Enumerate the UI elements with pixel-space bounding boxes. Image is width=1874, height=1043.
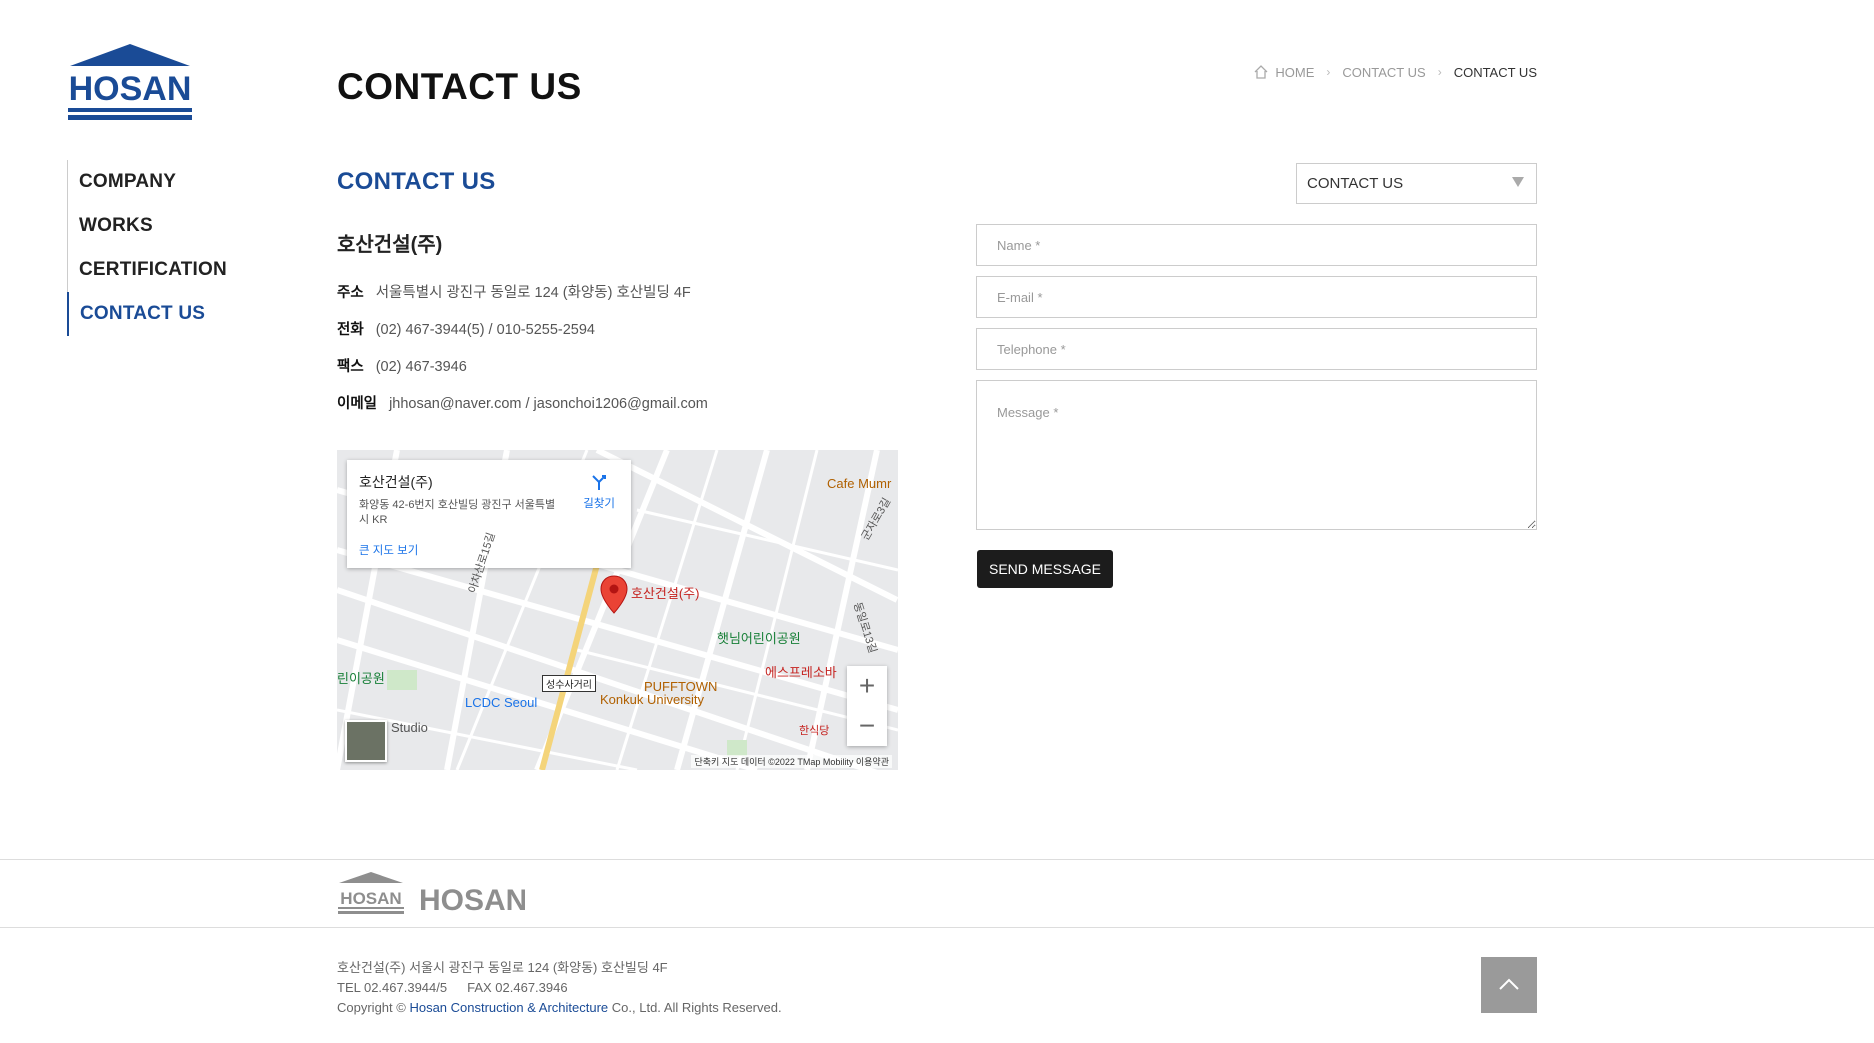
sidebar-item-contact-us[interactable]: CONTACT US — [67, 292, 247, 336]
map-attribution[interactable]: 단축키 지도 데이터 ©2022 TMap Mobility 이용약관 — [691, 755, 892, 768]
contact-form — [976, 224, 1537, 540]
map-card-address: 화양동 42-6번지 호산빌딩 광진구 서울특별시 KR — [359, 499, 556, 526]
dropdown-arrow-icon — [1512, 177, 1524, 187]
telephone-field[interactable] — [976, 328, 1537, 370]
section-title: CONTACT US — [337, 168, 496, 195]
fax-label: 팩스 — [337, 359, 364, 375]
footer-divider-top — [0, 859, 1874, 860]
map-label-cafe: Cafe Mumr — [827, 476, 892, 491]
map-label-intersection: 성수사거리 — [542, 675, 596, 692]
scroll-to-top-button[interactable] — [1481, 957, 1537, 1013]
map-label-espresso: 에스프레소바 — [765, 665, 837, 680]
location-pin-icon[interactable] — [600, 575, 628, 615]
directions-icon — [592, 475, 607, 490]
breadcrumb-current: CONTACT US — [1453, 64, 1537, 80]
phone-value: (02) 467-3944(5) / 010-5255-2594 — [375, 322, 595, 338]
fax-row: 팩스 (02) 467-3946 — [337, 354, 708, 391]
breadcrumb-home[interactable]: HOME — [1275, 65, 1314, 80]
name-field[interactable] — [976, 224, 1537, 266]
directions-button[interactable]: 길찾기 — [583, 472, 615, 511]
map-label-restaurant: 한식당 — [799, 725, 830, 737]
sidebar-item-company[interactable]: COMPANY — [68, 160, 247, 204]
map-label-konkuk: Konkuk University — [600, 692, 705, 707]
company-info: 주소 서울특별시 광진구 동일로 124 (화양동) 호산빌딩 4F 전화 (0… — [337, 280, 708, 428]
footer-fax: FAX 02.467.3946 — [467, 980, 568, 995]
email-field[interactable] — [976, 276, 1537, 318]
footer-address: 호산건설(주) 서울시 광진구 동일로 124 (화양동) 호산빌딩 4F — [337, 960, 668, 975]
footer-divider-bottom — [0, 927, 1874, 928]
embedded-map[interactable]: 호산건설(주) 화양동 42-6번지 호산빌딩 광진구 서울특별시 KR 큰 지… — [337, 450, 898, 770]
copyright-prefix: Copyright © — [337, 1000, 410, 1015]
address-value: 서울특별시 광진구 동일로 124 (화양동) 호산빌딩 4F — [375, 285, 691, 301]
phone-label: 전화 — [337, 322, 364, 338]
footer-contact: TEL 02.467.3944/5 FAX 02.467.3946 — [337, 978, 782, 998]
map-label-park2: 린이공원 — [337, 671, 385, 686]
address-label: 주소 — [337, 285, 364, 301]
map-label-lcdc: LCDC Seoul — [465, 695, 538, 710]
zoom-in-button[interactable]: + — [847, 666, 887, 706]
message-field[interactable] — [976, 380, 1537, 530]
copyright-suffix: Co., Ltd. All Rights Reserved. — [608, 1000, 782, 1015]
send-message-button[interactable]: SEND MESSAGE — [977, 550, 1113, 588]
sidebar-item-works[interactable]: WORKS — [68, 204, 247, 248]
home-icon[interactable] — [1253, 64, 1269, 80]
map-label-studio: Studio — [391, 720, 428, 735]
address-row: 주소 서울특별시 광진구 동일로 124 (화양동) 호산빌딩 4F — [337, 280, 708, 317]
footer-logo: HOSAN HOSAN — [338, 872, 525, 915]
company-name: 호산건설(주) — [337, 234, 443, 256]
logo-text: HOSAN — [69, 70, 192, 108]
section-select-value: CONTACT US — [1307, 175, 1404, 192]
phone-row: 전화 (02) 467-3944(5) / 010-5255-2594 — [337, 317, 708, 354]
hosan-logo[interactable]: HOSAN — [66, 42, 194, 122]
map-marker-label: 호산건설(주) — [631, 586, 700, 601]
email-row: 이메일 jhhosan@naver.com / jasonchoi1206@gm… — [337, 391, 708, 428]
footer-copyright: Copyright © Hosan Construction & Archite… — [337, 998, 782, 1018]
email-label: 이메일 — [337, 396, 378, 412]
email-value: jhhosan@naver.com / jasonchoi1206@gmail.… — [389, 396, 708, 412]
chevron-right-icon: › — [1437, 65, 1442, 79]
chevron-right-icon: › — [1326, 65, 1331, 79]
fax-value: (02) 467-3946 — [375, 359, 467, 375]
satellite-toggle[interactable] — [345, 720, 387, 762]
zoom-out-button[interactable]: − — [847, 706, 887, 746]
copyright-company-link[interactable]: Hosan Construction & Architecture — [409, 1000, 608, 1015]
breadcrumb-level1[interactable]: CONTACT US — [1342, 65, 1425, 80]
map-card-title: 호산건설(주) — [359, 474, 433, 490]
map-label-park: 햇님어린이공원 — [717, 631, 801, 646]
side-nav: COMPANY WORKS CERTIFICATION CONTACT US — [67, 160, 247, 336]
footer-wordmark: HOSAN — [419, 884, 525, 915]
bigger-map-link[interactable]: 큰 지도 보기 — [359, 542, 418, 558]
footer-logo-text: HOSAN — [340, 889, 401, 908]
section-select[interactable]: CONTACT US — [1296, 163, 1537, 204]
directions-label: 길찾기 — [583, 498, 615, 510]
breadcrumb: HOME › CONTACT US › CONTACT US — [1253, 64, 1537, 80]
chevron-up-icon — [1499, 978, 1519, 990]
sidebar-item-certification[interactable]: CERTIFICATION — [68, 248, 247, 292]
page-title: CONTACT US — [337, 66, 582, 107]
map-zoom-control: + − — [847, 666, 887, 746]
footer-info: 호산건설(주) 서울시 광진구 동일로 124 (화양동) 호산빌딩 4F TE… — [337, 958, 782, 1018]
footer-tel: TEL 02.467.3944/5 — [337, 980, 448, 995]
